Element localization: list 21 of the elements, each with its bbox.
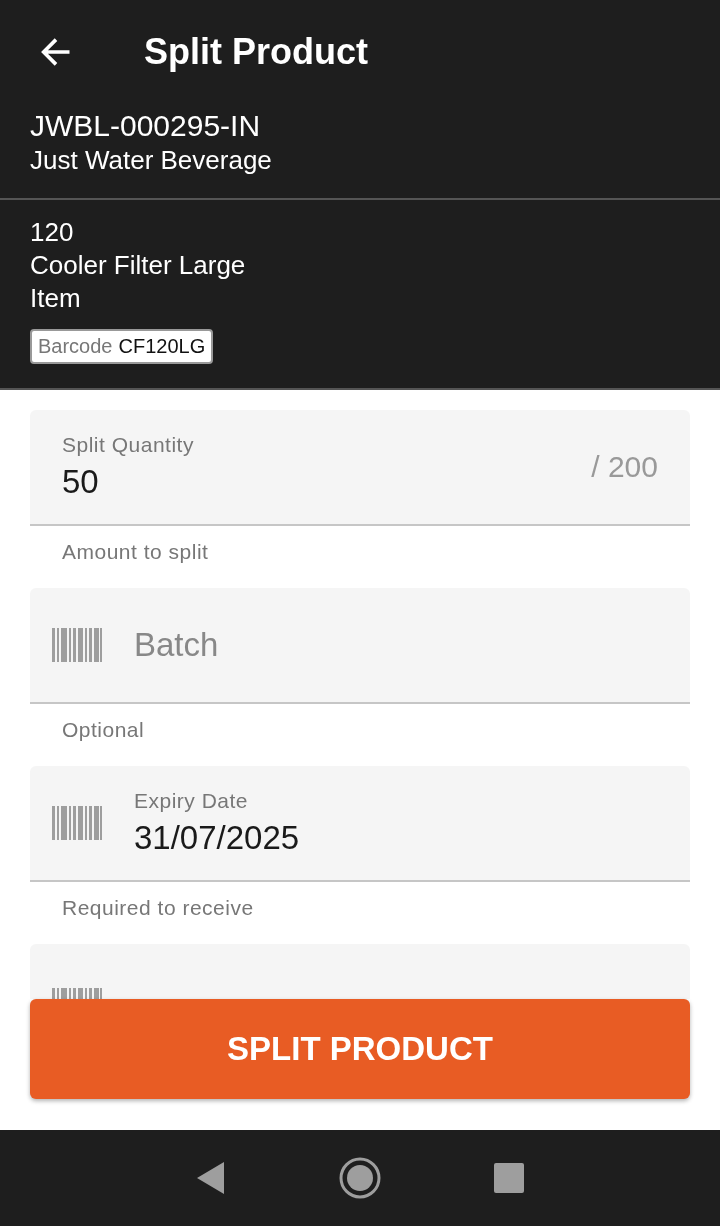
customer-name: Just Water Beverage (30, 144, 273, 177)
barcode-value: CF120LG (118, 335, 206, 358)
date-field[interactable]: Expiry Date 31/07/2025 (30, 766, 690, 882)
quantity-field[interactable]: Split Quantity 50 / 200 (30, 410, 690, 526)
product-name: Cooler Filter Large (30, 249, 247, 282)
helper-text: Required to receive (61, 895, 255, 920)
barcode-icon (52, 806, 102, 840)
helper-text: Optional (61, 717, 146, 742)
barcode-icon (52, 988, 102, 999)
home-circle-icon[interactable] (338, 1156, 382, 1200)
product-type: Item (30, 282, 82, 315)
input-field[interactable] (30, 944, 690, 999)
helper-text: Amount to split (61, 539, 210, 564)
order-code: JWBL-000295-IN (30, 108, 262, 144)
screen-title: Split Product (144, 31, 368, 73)
back-triangle-icon[interactable] (196, 1161, 226, 1195)
product-number: 120 (30, 216, 75, 249)
barcode-label: Barcode (38, 335, 113, 358)
split-product-button[interactable]: SPLIT PRODUCT (30, 999, 690, 1099)
quantity-max: / 200 (591, 450, 658, 484)
barcode-icon (52, 628, 102, 662)
